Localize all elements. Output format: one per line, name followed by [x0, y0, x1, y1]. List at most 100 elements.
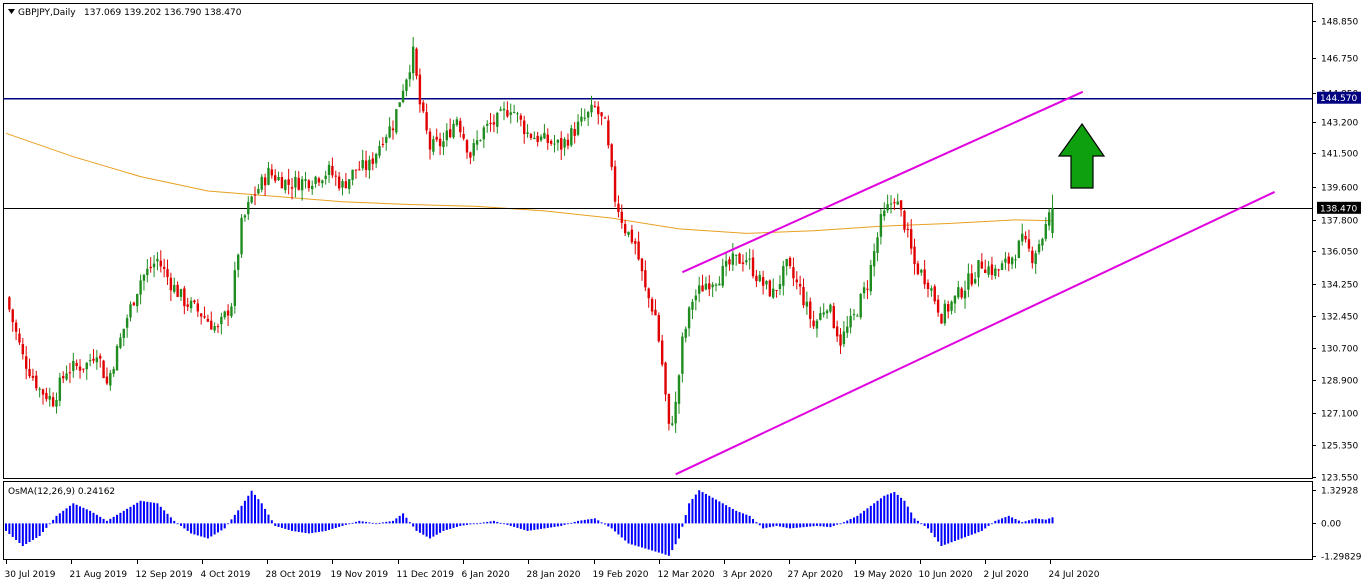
osma-bar: [489, 521, 492, 524]
candle: [263, 173, 267, 196]
candle: [240, 214, 243, 258]
candle: [667, 393, 671, 431]
osma-bar: [466, 523, 469, 525]
candle: [290, 178, 294, 200]
candle: [136, 293, 139, 313]
osma-bar: [82, 507, 85, 524]
candle: [176, 281, 179, 298]
osma-bar: [543, 523, 546, 529]
osma-bar: [213, 523, 216, 535]
osma-bar: [762, 523, 765, 529]
time-axis[interactable]: 30 Jul 2019 21 Aug 2019 12 Sep 2019 4 Oct 2…: [5, 560, 1100, 580]
candle: [607, 115, 610, 149]
candle: [930, 285, 933, 297]
candle: [82, 368, 85, 373]
candle: [940, 313, 943, 324]
candle: [563, 137, 566, 156]
price-tick-label: 130.700: [1321, 345, 1358, 355]
osma-bar: [176, 523, 179, 525]
osma-bar: [529, 523, 532, 531]
osma-bar: [556, 523, 559, 527]
candle: [657, 312, 661, 343]
osma-bar: [775, 523, 778, 526]
price-axis[interactable]: 148.850146.750144.850143.200141.500139.6…: [1312, 18, 1362, 563]
candle: [724, 253, 728, 277]
osma-bar: [849, 518, 852, 524]
osma-bar: [371, 522, 374, 524]
candle: [247, 196, 250, 220]
osma-bar: [301, 523, 304, 533]
osma-bar: [105, 520, 108, 524]
candle: [48, 387, 51, 407]
candle: [973, 271, 977, 285]
osma-bar: [947, 523, 950, 544]
date-tick-label: 28 Jan 2020: [527, 570, 581, 580]
osma-bar: [758, 523, 761, 526]
osma-bar: [701, 492, 704, 524]
osma-bar: [856, 515, 859, 524]
candle: [913, 238, 916, 275]
osma-bar: [75, 504, 78, 524]
osma-bar: [42, 523, 45, 532]
date-tick-label: 4 Oct 2019: [201, 570, 251, 580]
osma-bar: [550, 523, 553, 528]
osma-bar: [132, 504, 135, 524]
candle: [1000, 260, 1004, 271]
osma-bar: [977, 523, 980, 533]
candle: [536, 131, 539, 147]
osma-bar: [428, 523, 431, 539]
osma-bar: [536, 523, 539, 530]
osma-bar: [674, 523, 677, 545]
osma-bar: [1041, 519, 1044, 524]
chart-canvas[interactable]: 148.850146.750144.850143.200141.500139.6…: [0, 0, 1362, 584]
candle: [119, 333, 122, 350]
candle: [782, 260, 785, 296]
candle: [644, 260, 647, 292]
osma-bar: [223, 523, 226, 529]
osma-bar: [375, 523, 378, 525]
osma-bar: [980, 523, 983, 531]
candle: [960, 286, 963, 300]
osma-bar: [102, 518, 105, 524]
osma-bar: [842, 522, 845, 524]
chart-window: 148.850146.750144.850143.200141.500139.6…: [0, 0, 1362, 584]
osma-bar: [953, 523, 956, 541]
candle: [741, 254, 745, 272]
osma-bar: [1027, 520, 1030, 524]
candle: [193, 299, 196, 305]
osma-bar: [940, 523, 943, 546]
candle: [166, 259, 169, 285]
osma-bar: [748, 515, 751, 524]
candle: [775, 289, 778, 298]
osma-bar: [267, 514, 270, 524]
osma-bar: [486, 521, 489, 524]
candle: [183, 285, 186, 315]
candle: [980, 253, 984, 270]
candle: [950, 300, 953, 315]
osma-bar: [358, 520, 361, 524]
dropdown-triangle-icon[interactable]: [8, 9, 15, 14]
candle: [284, 179, 287, 194]
osma-bar: [570, 522, 573, 524]
osma-bar: [819, 523, 822, 527]
candle: [344, 173, 348, 189]
price-tick-label: 143.200: [1321, 119, 1358, 129]
osma-bar: [28, 523, 31, 542]
upper-channel-trendline[interactable]: [681, 90, 1084, 274]
osma-bar: [778, 523, 781, 527]
candle: [243, 214, 247, 222]
candle: [388, 117, 391, 139]
candle: [1031, 246, 1034, 269]
candle: [179, 288, 183, 302]
osma-bar: [852, 517, 855, 524]
osma-bar: [99, 516, 102, 524]
osma-bar: [186, 523, 189, 531]
osma-bar: [324, 523, 327, 531]
osma-bar: [250, 490, 253, 524]
candle: [758, 270, 761, 283]
candle: [977, 260, 980, 287]
osma-bar: [540, 523, 543, 529]
candle: [755, 269, 758, 288]
date-tick-label: 12 Sep 2019: [136, 570, 193, 580]
candle: [146, 259, 149, 283]
